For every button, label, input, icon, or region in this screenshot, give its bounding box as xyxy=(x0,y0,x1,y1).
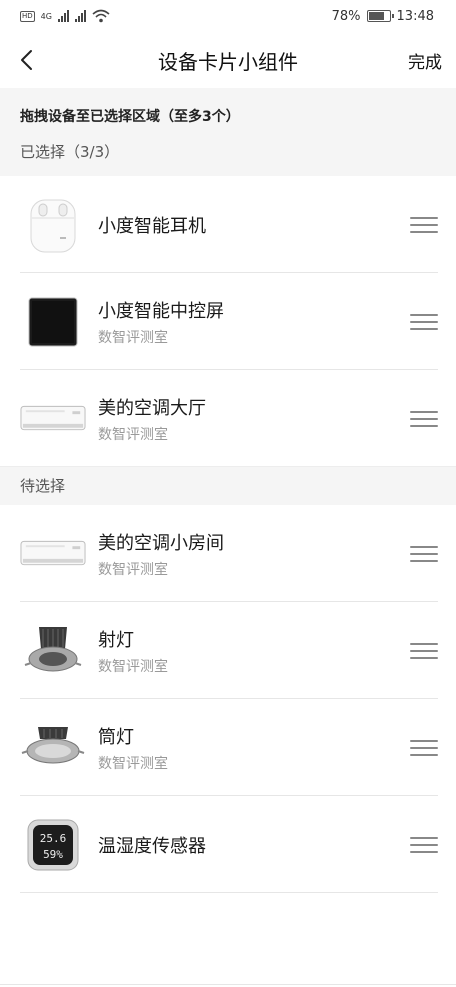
list-item[interactable]: 25.6 59% 温湿度传感器 xyxy=(0,796,456,893)
status-right: 78% 13:48 xyxy=(332,9,434,24)
list-item[interactable]: 筒灯 数智评测室 xyxy=(0,699,456,796)
battery-percent: 78% xyxy=(331,8,361,24)
smart-screen-icon xyxy=(20,289,86,355)
device-name: 筒灯 xyxy=(98,726,134,748)
done-button[interactable]: 完成 xyxy=(408,48,442,73)
item-info: 温湿度传感器 xyxy=(98,832,410,858)
bottom-divider xyxy=(0,984,456,985)
item-info: 美的空调大厅 数智评测室 xyxy=(98,394,410,444)
pending-section-label: 待选择 xyxy=(0,467,456,505)
device-room: 数智评测室 xyxy=(98,755,168,772)
drag-handle-icon[interactable] xyxy=(410,410,438,427)
list-item[interactable]: 美的空调小房间 数智评测室 xyxy=(0,505,456,602)
drag-handle-icon[interactable] xyxy=(410,642,438,659)
sensor-humidity-display: 59% xyxy=(43,848,63,861)
device-name: 美的空调小房间 xyxy=(98,532,224,554)
list-item[interactable]: 美的空调大厅 数智评测室 xyxy=(0,370,456,467)
selected-list: 小度智能耳机 小度智能中控屏 数智评测室 美的空调大厅 数智评测室 xyxy=(0,176,456,467)
device-name: 美的空调大厅 xyxy=(98,397,206,419)
signal-2-icon xyxy=(74,10,86,22)
device-name: 温湿度传感器 xyxy=(98,835,206,857)
page-title: 设备卡片小组件 xyxy=(158,49,298,74)
bottom-spacer xyxy=(0,893,456,987)
device-room: 数智评测室 xyxy=(98,329,168,346)
drag-handle-icon[interactable] xyxy=(410,313,438,330)
item-info: 筒灯 数智评测室 xyxy=(98,723,410,773)
drag-handle-icon[interactable] xyxy=(410,836,438,853)
drag-handle-icon[interactable] xyxy=(410,739,438,756)
pending-list: 美的空调小房间 数智评测室 射灯 数智评测室 筒灯 数智评测室 25.6 59%… xyxy=(0,505,456,893)
status-left: HD 4G xyxy=(20,9,110,23)
device-name: 射灯 xyxy=(98,629,134,651)
device-room: 数智评测室 xyxy=(98,658,168,675)
list-item[interactable]: 射灯 数智评测室 xyxy=(0,602,456,699)
downlight-icon xyxy=(20,715,86,781)
device-name: 小度智能耳机 xyxy=(98,215,206,237)
device-name: 小度智能中控屏 xyxy=(98,300,224,322)
network-type: 4G xyxy=(40,11,52,21)
nav-header: 设备卡片小组件 完成 xyxy=(0,32,456,88)
chevron-left-icon xyxy=(21,50,32,70)
selected-section-label: 已选择（3/3） xyxy=(0,136,456,176)
device-room: 数智评测室 xyxy=(98,561,168,578)
clock: 13:48 xyxy=(396,8,434,24)
drag-handle-icon[interactable] xyxy=(410,545,438,562)
item-info: 小度智能耳机 xyxy=(98,212,410,238)
drag-hint: 拖拽设备至已选择区域（至多3个） xyxy=(0,88,456,136)
hd-badge: HD xyxy=(20,10,35,22)
sensor-temp-display: 25.6 xyxy=(40,832,67,845)
earbuds-icon xyxy=(20,192,86,258)
device-room: 数智评测室 xyxy=(98,426,168,443)
list-item[interactable]: 小度智能中控屏 数智评测室 xyxy=(0,273,456,370)
spotlight-icon xyxy=(20,618,86,684)
air-conditioner-icon xyxy=(20,521,86,587)
drag-handle-icon[interactable] xyxy=(410,216,438,233)
wifi-icon xyxy=(92,9,110,23)
item-info: 美的空调小房间 数智评测室 xyxy=(98,529,410,579)
item-info: 小度智能中控屏 数智评测室 xyxy=(98,297,410,347)
item-info: 射灯 数智评测室 xyxy=(98,626,410,676)
battery-icon xyxy=(366,10,394,22)
signal-icon xyxy=(57,10,69,22)
back-button[interactable] xyxy=(18,46,46,74)
thermo-hygrometer-icon: 25.6 59% xyxy=(20,812,86,878)
air-conditioner-icon xyxy=(20,386,86,452)
list-item[interactable]: 小度智能耳机 xyxy=(0,176,456,273)
status-bar: HD 4G 78% 13:48 xyxy=(0,0,456,32)
